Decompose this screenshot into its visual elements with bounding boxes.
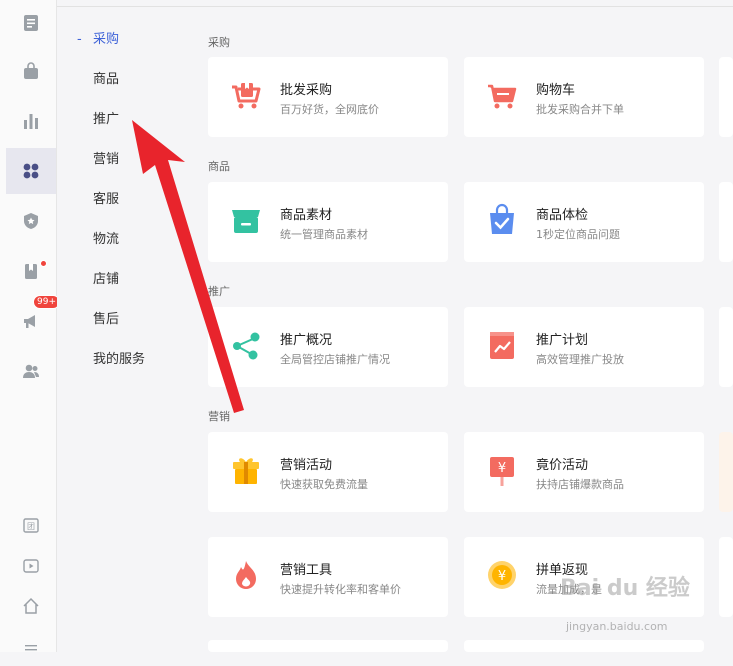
card-bidding-activity[interactable]: ¥ 竟价活动 扶持店铺爆款商品	[464, 432, 704, 512]
bookmark-icon[interactable]	[6, 248, 56, 294]
card-title: 推广计划	[536, 333, 589, 348]
card-partial[interactable]	[464, 640, 704, 652]
card-subtitle: 高效管理推广投放	[536, 353, 624, 366]
card-title: 竟价活动	[536, 458, 589, 473]
card-subtitle: 快速获取免费流量	[280, 478, 368, 491]
check-bag-icon	[490, 203, 514, 234]
secondary-nav: - 采购 商品 推广 营销 客服 物流 店铺 售后 我的服务	[57, 0, 193, 652]
section-title-caigou: 采购	[208, 36, 230, 49]
icon-rail: 99+ 团	[0, 0, 60, 652]
share-nodes-icon	[233, 332, 260, 360]
card-title: 购物车	[536, 83, 576, 98]
card-title: 商品体检	[536, 208, 589, 223]
svg-text:¥: ¥	[498, 461, 506, 476]
section-title-shangpin: 商品	[208, 160, 230, 173]
subnav-item-dianpu[interactable]: 店铺	[93, 270, 119, 290]
watermark-logo: Bai du 经验	[560, 576, 690, 601]
active-indicator: -	[77, 32, 82, 47]
shopping-cart-icon	[488, 84, 517, 109]
card-partial[interactable]	[719, 57, 733, 137]
watermark-url: jingyan.baidu.com	[566, 620, 668, 633]
subnav-item-kefu[interactable]: 客服	[93, 190, 119, 210]
document-icon[interactable]	[6, 0, 56, 46]
card-subtitle: 统一管理商品素材	[280, 228, 368, 241]
card-promotion-overview[interactable]: 推广概况 全局管控店铺推广情况	[208, 307, 448, 387]
gift-box-icon	[233, 458, 259, 484]
top-divider	[57, 6, 733, 7]
subnav-item-label: 采购	[93, 32, 120, 47]
card-product-check[interactable]: 商品体检 1秒定位商品问题	[464, 182, 704, 262]
card-subtitle: 百万好货，全网底价	[280, 103, 379, 116]
coin-icon: ¥	[488, 561, 516, 589]
card-partial[interactable]	[208, 640, 448, 652]
card-subtitle: 全局管控店铺推广情况	[280, 353, 390, 366]
card-title: 批发采购	[280, 83, 333, 98]
subnav-item-wuliu[interactable]: 物流	[93, 230, 119, 250]
subnav-item-shangpin[interactable]: 商品	[93, 70, 119, 90]
card-title: 营销活动	[280, 458, 333, 473]
card-shopping-cart[interactable]: 购物车 批发采购合并下单	[464, 57, 704, 137]
card-product-material[interactable]: 商品素材 统一管理商品素材	[208, 182, 448, 262]
card-subtitle: 批发采购合并下单	[536, 103, 624, 116]
flame-icon	[236, 561, 256, 589]
shield-icon[interactable]	[6, 198, 56, 244]
svg-text:团: 团	[27, 522, 35, 531]
storefront-icon	[232, 210, 260, 233]
card-promotion-plan[interactable]: 推广计划 高效管理推广投放	[464, 307, 704, 387]
card-marketing-tools[interactable]: 营销工具 快速提升转化率和客单价	[208, 537, 448, 617]
card-title: 商品素材	[280, 208, 333, 223]
card-partial[interactable]	[719, 537, 733, 617]
card-subtitle: 1秒定位商品问题	[536, 228, 620, 241]
users-icon[interactable]	[6, 348, 56, 394]
subnav-item-shouhou[interactable]: 售后	[93, 310, 119, 330]
notification-badge: 99+	[33, 295, 60, 309]
card-title: 营销工具	[280, 563, 333, 578]
card-partial[interactable]	[719, 307, 733, 387]
shopping-bag-icon[interactable]	[6, 48, 56, 94]
subnav-item-my-services[interactable]: 我的服务	[93, 350, 145, 370]
bar-chart-icon[interactable]	[6, 98, 56, 144]
price-sign-icon: ¥	[490, 457, 514, 486]
subnav-item-yingxiao[interactable]: 营销	[93, 150, 119, 170]
trend-board-icon	[490, 332, 514, 359]
card-marketing-activity[interactable]: 营销活动 快速获取免费流量	[208, 432, 448, 512]
svg-text:¥: ¥	[498, 569, 506, 584]
card-wholesale-purchase[interactable]: 批发采购 百万好货，全网底价	[208, 57, 448, 137]
wholesale-cart-icon	[232, 83, 261, 109]
card-partial[interactable]	[719, 432, 733, 512]
menu-icon[interactable]	[6, 620, 56, 666]
notification-dot	[40, 260, 47, 267]
subnav-item-tuiguang[interactable]: 推广	[93, 110, 119, 130]
card-subtitle: 快速提升转化率和客单价	[280, 583, 401, 596]
megaphone-icon[interactable]: 99+	[6, 295, 60, 344]
subnav-item-caigou[interactable]: - 采购	[77, 30, 119, 50]
card-partial[interactable]	[719, 182, 733, 262]
section-title-tuiguang: 推广	[208, 285, 230, 298]
card-title: 推广概况	[280, 333, 333, 348]
section-title-yingxiao: 营销	[208, 410, 230, 423]
card-subtitle: 扶持店铺爆款商品	[536, 478, 624, 491]
apps-grid-icon[interactable]	[6, 148, 56, 194]
